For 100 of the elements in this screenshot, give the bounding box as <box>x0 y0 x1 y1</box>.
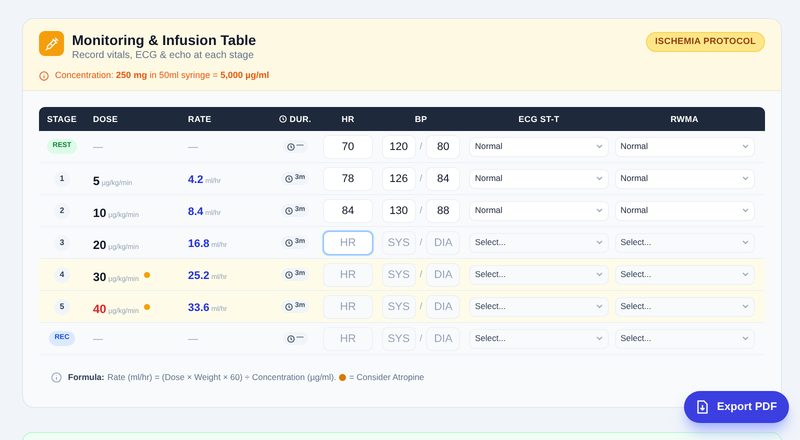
clock-icon <box>284 206 293 214</box>
info-icon <box>51 372 62 383</box>
ecg-select[interactable]: Normal <box>469 136 609 156</box>
diastolic-field[interactable]: DIA <box>426 262 460 286</box>
rate-value: — <box>188 333 198 347</box>
stage-number: 1 <box>54 170 70 186</box>
dose-value: 10 <box>93 205 106 222</box>
protocol-badge: ISCHEMIA PROTOCOL <box>646 32 765 52</box>
rwma-select[interactable]: Select... <box>614 232 754 252</box>
chevron-down-icon <box>742 176 748 181</box>
hr-field[interactable]: 78 <box>323 166 373 190</box>
clock-icon <box>286 334 294 342</box>
column-header: RATE <box>188 112 212 126</box>
stage-number: 3 <box>54 234 70 250</box>
chevron-down-icon <box>596 176 603 181</box>
clock-icon <box>284 302 293 310</box>
stage-number: 2 <box>54 202 70 218</box>
column-header: ECG ST-T <box>518 112 560 126</box>
dose-value: — <box>93 141 103 155</box>
rate-value: 4.2 <box>188 173 204 188</box>
dose-value: 5 <box>93 173 100 190</box>
formula-text: Rate (ml/hr) = (Dose × Weight × 60) ÷ Concentration (µg/ml). <box>107 371 336 384</box>
hr-field[interactable]: 84 <box>323 198 373 222</box>
slash-separator: / <box>420 204 422 217</box>
slash-separator: / <box>420 300 422 313</box>
ecg-select[interactable]: Select... <box>469 296 609 316</box>
dose-value: 30 <box>93 269 106 286</box>
chevron-down-icon <box>742 336 748 341</box>
clock-icon <box>284 174 293 182</box>
card-title: Monitoring & Infusion Table <box>72 31 258 49</box>
column-header: RWMA <box>670 112 699 126</box>
chevron-down-icon <box>596 336 603 341</box>
hr-field[interactable]: HR <box>323 230 373 254</box>
slash-separator: / <box>420 332 422 345</box>
diastolic-field[interactable]: 84 <box>426 166 460 190</box>
ecg-select[interactable]: Normal <box>469 168 609 188</box>
slash-separator: / <box>420 172 422 185</box>
chevron-down-icon <box>742 272 748 277</box>
systolic-field[interactable]: SYS <box>382 294 416 318</box>
clock-icon <box>286 142 294 150</box>
ecg-select[interactable]: Select... <box>469 232 609 252</box>
systolic-field[interactable]: SYS <box>382 326 416 350</box>
dose-value: 40 <box>93 301 106 318</box>
file-download-icon <box>696 400 710 414</box>
chevron-down-icon <box>596 240 603 245</box>
chevron-down-icon <box>596 304 603 309</box>
hr-field[interactable]: 70 <box>323 134 373 158</box>
systolic-field[interactable]: SYS <box>382 262 416 286</box>
card-subtitle: Record vitals, ECG & echo at each stage <box>72 49 255 63</box>
chevron-down-icon <box>596 144 603 149</box>
slash-separator: / <box>420 236 422 249</box>
chevron-down-icon <box>742 208 748 213</box>
dose-value: — <box>93 333 103 347</box>
diastolic-field[interactable]: 80 <box>426 134 460 158</box>
rwma-select[interactable]: Select... <box>614 264 754 284</box>
rate-value: 16.8 <box>188 237 210 252</box>
systolic-field[interactable]: SYS <box>382 230 416 254</box>
column-header: BP <box>414 112 428 126</box>
clock-icon <box>284 238 293 246</box>
diastolic-field[interactable]: DIA <box>426 294 460 318</box>
diastolic-field[interactable]: DIA <box>426 326 460 350</box>
formula-label: Formula: <box>68 371 104 384</box>
rate-value: — <box>188 141 198 155</box>
chevron-down-icon <box>742 144 748 149</box>
rwma-select[interactable]: Normal <box>614 200 754 220</box>
systolic-field[interactable]: 130 <box>382 198 416 222</box>
rwma-select[interactable]: Normal <box>614 136 754 156</box>
column-header: DOSE <box>93 112 118 126</box>
dose-value: 20 <box>93 237 106 254</box>
rwma-select[interactable]: Select... <box>614 328 754 348</box>
ecg-select[interactable]: Normal <box>469 200 609 220</box>
export-pdf-button[interactable]: Export PDF <box>684 391 789 423</box>
info-icon <box>39 70 49 81</box>
chevron-down-icon <box>742 240 748 245</box>
rwma-select[interactable]: Normal <box>614 168 754 188</box>
ecg-select[interactable]: Select... <box>469 328 609 348</box>
chevron-down-icon <box>596 272 603 277</box>
concentration-note: Concentration: 250 mg in 50ml syringe = 5,000 µg/ml <box>55 69 270 82</box>
clock-icon <box>278 115 287 123</box>
rwma-select[interactable]: Select... <box>614 296 754 316</box>
stage-number: 4 <box>54 266 70 282</box>
chevron-down-icon <box>596 208 603 213</box>
ecg-select[interactable]: Select... <box>469 264 609 284</box>
diastolic-field[interactable]: 88 <box>426 198 460 222</box>
rate-value: 25.2 <box>188 269 210 284</box>
syringe-icon <box>39 31 64 56</box>
column-header: STAGE <box>47 112 77 126</box>
systolic-field[interactable]: 126 <box>382 166 416 190</box>
rate-value: 33.6 <box>188 301 210 316</box>
slash-separator: / <box>420 140 422 153</box>
stage-number: 5 <box>54 298 70 314</box>
systolic-field[interactable]: 120 <box>382 134 416 158</box>
legend-text: = Consider Atropine <box>349 371 424 384</box>
chevron-down-icon <box>742 304 748 309</box>
diastolic-field[interactable]: DIA <box>426 230 460 254</box>
rate-value: 8.4 <box>188 205 204 220</box>
column-header: DUR. <box>290 112 312 126</box>
clock-icon <box>284 270 293 278</box>
column-header: HR <box>342 112 354 126</box>
slash-separator: / <box>420 268 422 281</box>
